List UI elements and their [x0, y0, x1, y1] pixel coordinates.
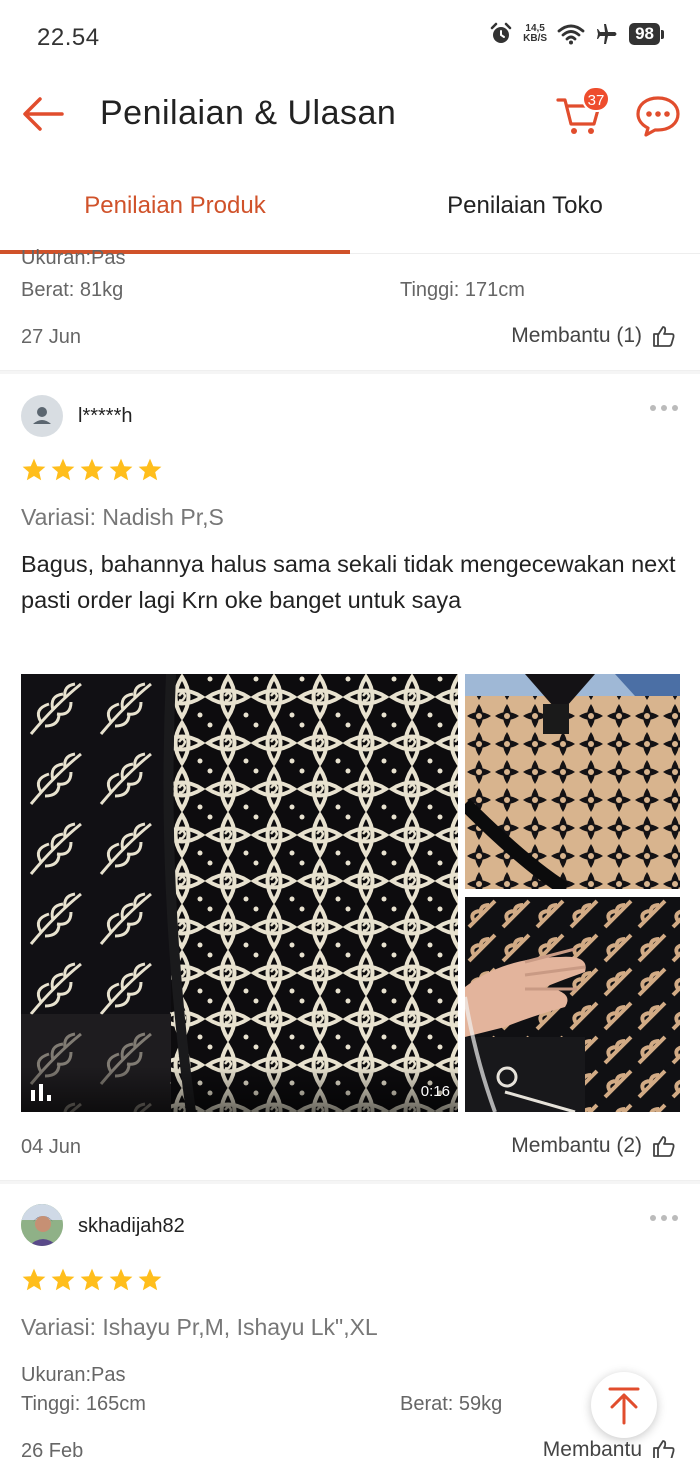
star-icon	[22, 458, 46, 481]
review-height: Tinggi: 165cm	[21, 1393, 146, 1415]
airplane-icon	[597, 24, 617, 44]
review-video-thumbnail[interactable]: 0:16	[21, 674, 458, 1112]
scroll-to-top-button[interactable]	[591, 1372, 657, 1438]
net-speed-unit: KB/S	[523, 33, 548, 44]
review-photo-1[interactable]	[465, 674, 680, 889]
more-options-icon[interactable]	[649, 1214, 679, 1222]
app-header: Penilaian & Ulasan 37	[0, 76, 700, 156]
star-icon	[138, 1268, 162, 1291]
reviewer-username[interactable]: skhadijah82	[78, 1215, 185, 1238]
prev-size-fit-text: Ukuran:Pas	[21, 249, 126, 269]
battery-tip	[661, 29, 664, 39]
tab-shop-reviews[interactable]: Penilaian Toko	[350, 192, 700, 220]
helpful-button[interactable]: Membantu	[543, 1438, 676, 1458]
review-date: 04 Jun	[21, 1136, 82, 1158]
review-variant: Variasi: Ishayu Pr,M, Ishayu Lk",XL	[21, 1314, 378, 1340]
status-icons: 14,5 KB/S 98	[489, 22, 664, 46]
battery-level: 98	[629, 23, 660, 45]
video-duration: 0:16	[420, 1083, 450, 1100]
star-icon	[109, 458, 133, 481]
review-divider	[0, 1180, 700, 1184]
review-photo-2[interactable]	[465, 897, 680, 1112]
star-rating	[21, 457, 163, 483]
back-button[interactable]	[20, 94, 66, 134]
cart-count-badge: 37	[582, 86, 610, 112]
thumbs-up-icon	[653, 1440, 675, 1458]
prev-review-weight: Berat: 81kg	[21, 279, 124, 301]
arrow-left-icon	[23, 97, 64, 131]
avatar	[21, 395, 63, 437]
status-time: 22.54	[37, 24, 100, 51]
review-variant: Variasi: Nadish Pr,S	[21, 504, 224, 530]
more-options-icon[interactable]	[649, 404, 679, 412]
reviewer-username[interactable]: l*****h	[78, 405, 132, 428]
review-tabs: Penilaian Produk Penilaian Toko	[0, 170, 700, 254]
batik-shirt-photo	[465, 674, 680, 889]
wifi-icon	[557, 24, 585, 45]
star-rating	[21, 1267, 163, 1293]
chat-button[interactable]	[634, 94, 682, 138]
arrow-up-icon	[608, 1387, 640, 1425]
status-bar: 22.54 14,5 KB/S 98	[0, 0, 700, 76]
star-icon	[138, 458, 162, 481]
review-size-fit: Ukuran:Pas	[21, 1364, 126, 1386]
star-icon	[80, 1268, 104, 1291]
avatar	[21, 1204, 63, 1246]
prev-helpful-button[interactable]: Membantu (1)	[511, 324, 676, 348]
prev-review-date: 27 Jun	[21, 326, 82, 348]
review-weight: Berat: 59kg	[400, 1393, 503, 1415]
prev-review-size-fit: Ukuran:Pas	[21, 249, 126, 271]
user-placeholder-icon	[33, 407, 51, 424]
helpful-button[interactable]: Membantu (2)	[511, 1134, 676, 1158]
net-speed: 14,5 KB/S	[523, 24, 547, 44]
star-icon	[109, 1268, 133, 1291]
page-title: Penilaian & Ulasan	[100, 94, 397, 132]
video-bars-icon	[31, 1084, 51, 1101]
star-icon	[51, 458, 75, 481]
user-photo-avatar	[21, 1204, 63, 1246]
review-divider	[0, 370, 700, 374]
star-icon	[51, 1268, 75, 1291]
chat-icon	[636, 96, 680, 137]
helpful-label: Membantu	[542, 1438, 642, 1458]
review-date: 26 Feb	[21, 1440, 84, 1458]
helpful-label: Membantu (2)	[511, 1134, 642, 1157]
thumbs-up-icon	[653, 326, 675, 347]
thumbs-up-icon	[653, 1136, 675, 1157]
review-text: Bagus, bahannya halus sama sekali tidak …	[21, 551, 676, 613]
tab-product-reviews[interactable]: Penilaian Produk	[0, 192, 350, 220]
batik-pattern-image	[21, 674, 458, 1112]
batik-shirt-hand-photo	[465, 897, 680, 1112]
alarm-icon	[490, 22, 512, 43]
prev-review-height: Tinggi: 171cm	[400, 279, 525, 301]
star-icon	[22, 1268, 46, 1291]
video-overlay-gradient	[21, 1066, 458, 1112]
prev-helpful-label: Membantu (1)	[511, 324, 642, 347]
battery-icon: 98	[629, 23, 664, 45]
star-icon	[80, 458, 104, 481]
